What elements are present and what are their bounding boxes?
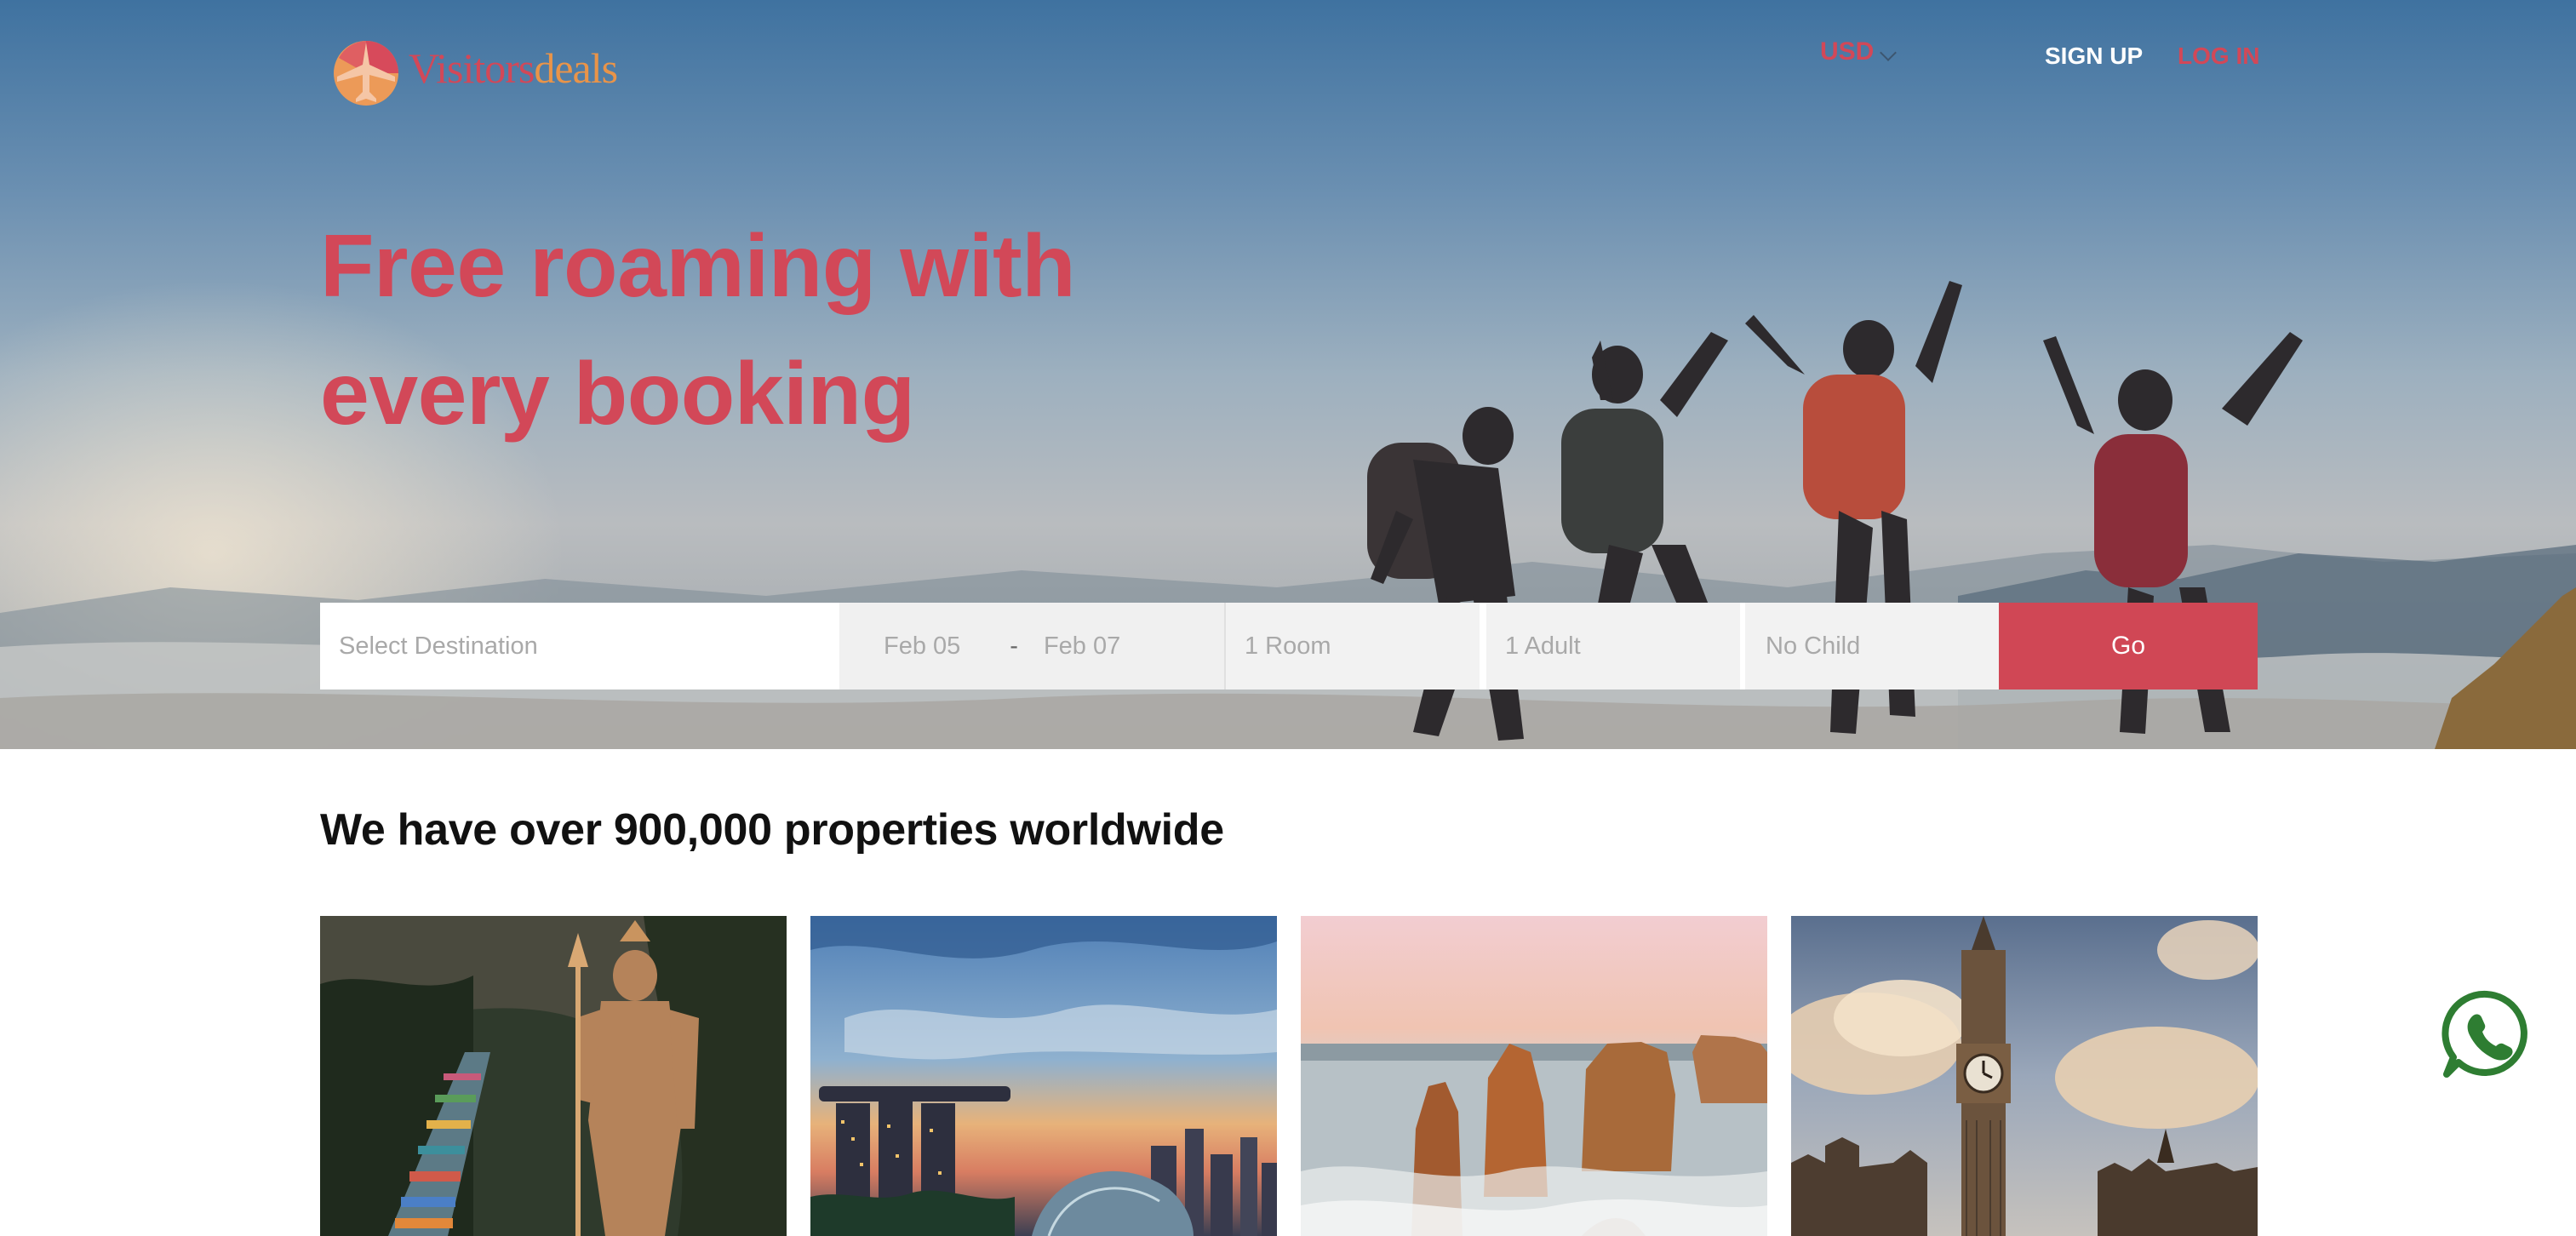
whatsapp-chat-button[interactable] <box>2440 987 2533 1081</box>
currency-selector[interactable]: USD <box>1820 37 1898 66</box>
hotel-search-bar: Feb 05 - Feb 07 1 Room 1 Adult No Child … <box>320 603 2258 690</box>
properties-heading: We have over 900,000 properties worldwid… <box>320 805 1224 855</box>
children-selector[interactable]: No Child <box>1745 603 1999 690</box>
coastal-rocks-image <box>1301 916 1767 1236</box>
site-logo[interactable]: Visitorsdeals <box>327 24 650 112</box>
date-range-picker[interactable]: Feb 05 - Feb 07 <box>839 603 1224 690</box>
clock-tower-image <box>1791 916 2258 1236</box>
adults-selector[interactable]: 1 Adult <box>1486 603 1740 690</box>
checkin-date: Feb 05 <box>884 632 961 660</box>
destination-card[interactable] <box>810 916 1277 1236</box>
hero-headline: Free roaming with every booking <box>320 203 1257 458</box>
destination-card[interactable] <box>1791 916 2258 1236</box>
currency-label: USD <box>1820 37 1875 66</box>
headline-line-2: every booking <box>320 345 915 443</box>
whatsapp-icon <box>2441 990 2527 1078</box>
statue-temple-image <box>320 916 787 1236</box>
signup-link[interactable]: SIGN UP <box>2045 43 2143 70</box>
divider <box>1480 603 1486 690</box>
headline-line-1: Free roaming with <box>320 217 1076 316</box>
login-link[interactable]: LOG IN <box>2178 43 2259 70</box>
logo-text-deals: deals <box>534 44 618 92</box>
chevron-down-icon <box>1880 44 1898 61</box>
city-skyline-image <box>810 916 1277 1236</box>
logo-text-visitors: Visitors <box>409 44 535 92</box>
hero-banner: Visitorsdeals USD SIGN UP LOG IN Free ro… <box>0 0 2576 749</box>
destination-card[interactable] <box>320 916 787 1236</box>
destination-input[interactable] <box>320 603 839 690</box>
checkout-date: Feb 07 <box>1043 632 1121 660</box>
plane-globe-logo-icon <box>334 41 398 106</box>
date-separator: - <box>1010 632 1018 660</box>
destination-card[interactable] <box>1301 916 1767 1236</box>
go-button[interactable]: Go <box>1999 603 2258 690</box>
rooms-selector[interactable]: 1 Room <box>1226 603 1480 690</box>
